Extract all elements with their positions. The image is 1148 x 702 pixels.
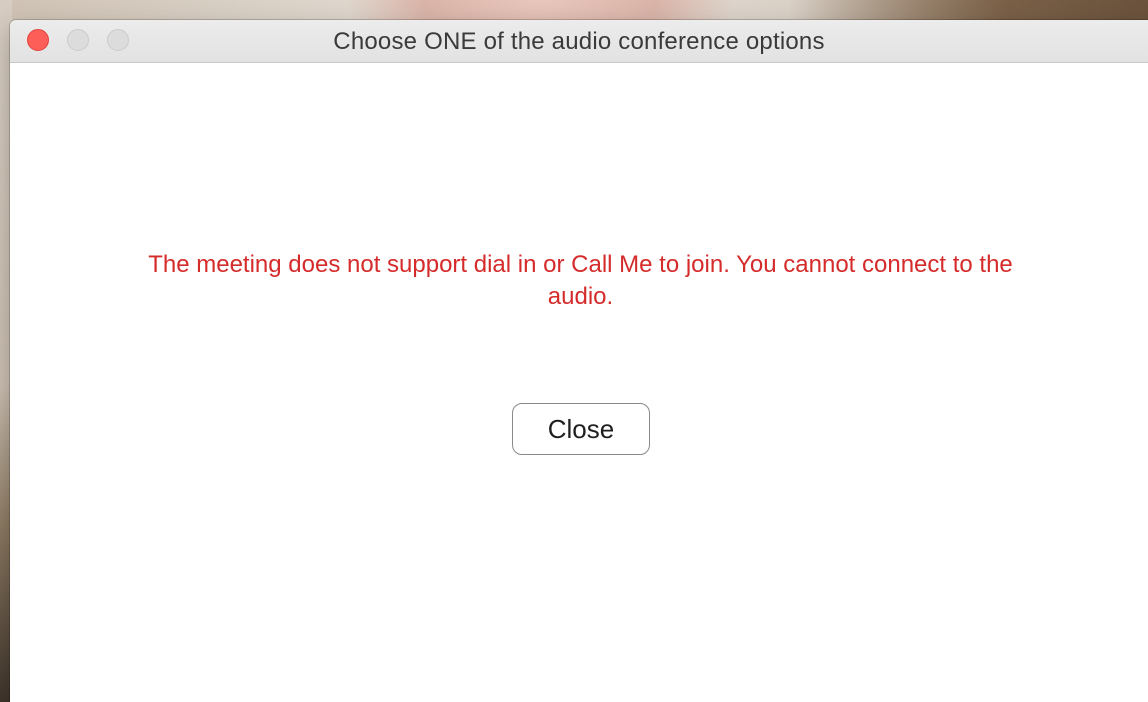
close-button[interactable]: Close: [512, 403, 650, 455]
audio-options-window: Choose ONE of the audio conference optio…: [10, 20, 1148, 702]
window-title: Choose ONE of the audio conference optio…: [333, 28, 825, 55]
window-titlebar[interactable]: Choose ONE of the audio conference optio…: [10, 20, 1148, 63]
error-message: The meeting does not support dial in or …: [148, 251, 1013, 310]
dialog-content: The meeting does not support dial in or …: [10, 63, 1148, 702]
